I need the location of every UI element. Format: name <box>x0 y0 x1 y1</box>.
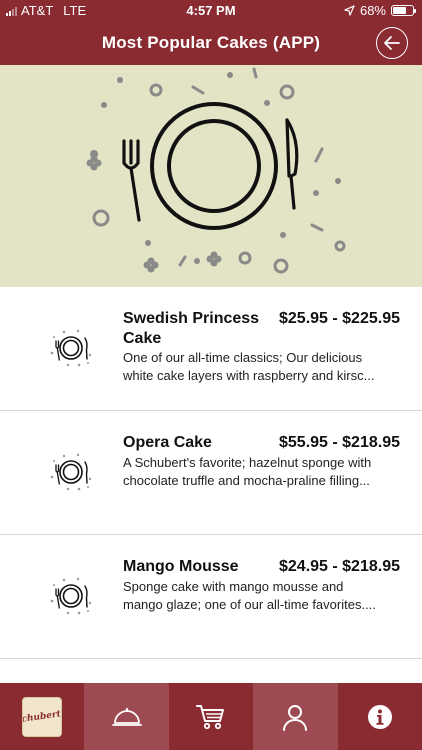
list-item[interactable]: Mango Mousse $24.95 - $218.95 Sponge cak… <box>0 535 422 659</box>
tab-account[interactable] <box>253 683 338 750</box>
plate-fork-knife-icon <box>50 329 92 367</box>
cake-name: Opera Cake <box>123 433 261 453</box>
cloche-icon <box>111 707 142 726</box>
plate-fork-knife-icon <box>50 453 92 491</box>
page-title: Most Popular Cakes (APP) <box>101 33 321 52</box>
description-line: One of our all-time classics; Our delici… <box>123 350 363 365</box>
cake-price: $55.95 - $218.95 <box>279 434 400 451</box>
hero-banner <box>0 65 422 287</box>
back-button[interactable] <box>376 27 408 59</box>
cake-name-line: Cake <box>123 330 162 347</box>
plate-fork-knife-icon <box>86 67 346 274</box>
tab-info[interactable] <box>338 683 422 750</box>
description-line: white cake layers with raspberry and kir… <box>123 368 375 383</box>
cake-name-line: Swedish Princess <box>123 310 260 327</box>
status-bar: AT&T LTE 4:57 PM 68% <box>0 0 422 22</box>
battery-icon <box>391 5 416 16</box>
cake-name: Swedish Princess Cake <box>123 309 261 349</box>
location-arrow-icon <box>344 5 355 16</box>
cake-name: Mango Mousse <box>123 557 261 577</box>
schuberts-logo: Schubert's <box>22 696 63 737</box>
logo-text: Schubert's <box>22 707 63 726</box>
battery-percent: 68% <box>359 3 386 18</box>
cake-list: Swedish Princess Cake $25.95 - $225.95 O… <box>0 287 422 659</box>
cake-price: $24.95 - $218.95 <box>279 558 400 575</box>
description-line: mango glaze; one of our all-time favorit… <box>123 597 376 612</box>
cake-description: Sponge cake with mango mousse and mango … <box>123 578 399 614</box>
user-icon <box>283 704 308 731</box>
cart-icon <box>195 704 224 729</box>
cake-name-line: Mango Mousse <box>123 558 239 575</box>
list-item[interactable]: Opera Cake $55.95 - $218.95 A Schubert's… <box>0 411 422 535</box>
tab-home[interactable]: Schubert's <box>0 683 84 750</box>
description-line: chocolate truffle and mocha-praline fill… <box>123 473 370 488</box>
tab-cart[interactable] <box>169 683 253 750</box>
status-right: 68% <box>344 3 416 18</box>
description-line: Sponge cake with mango mousse and <box>123 579 344 594</box>
tab-menu[interactable] <box>84 683 169 750</box>
arrow-left-icon <box>384 36 400 50</box>
plate-fork-knife-icon <box>50 577 92 615</box>
cake-price: $25.95 - $225.95 <box>279 310 400 327</box>
list-item[interactable]: Swedish Princess Cake $25.95 - $225.95 O… <box>0 287 422 411</box>
cake-name-line: Opera Cake <box>123 434 212 451</box>
description-line: A Schubert's favorite; hazelnut sponge w… <box>123 455 372 470</box>
tab-bar: Schubert's <box>0 683 422 750</box>
info-icon <box>367 704 392 729</box>
nav-header: Most Popular Cakes (APP) <box>0 22 422 65</box>
cake-description: One of our all-time classics; Our delici… <box>123 349 399 385</box>
cake-description: A Schubert's favorite; hazelnut sponge w… <box>123 454 399 490</box>
